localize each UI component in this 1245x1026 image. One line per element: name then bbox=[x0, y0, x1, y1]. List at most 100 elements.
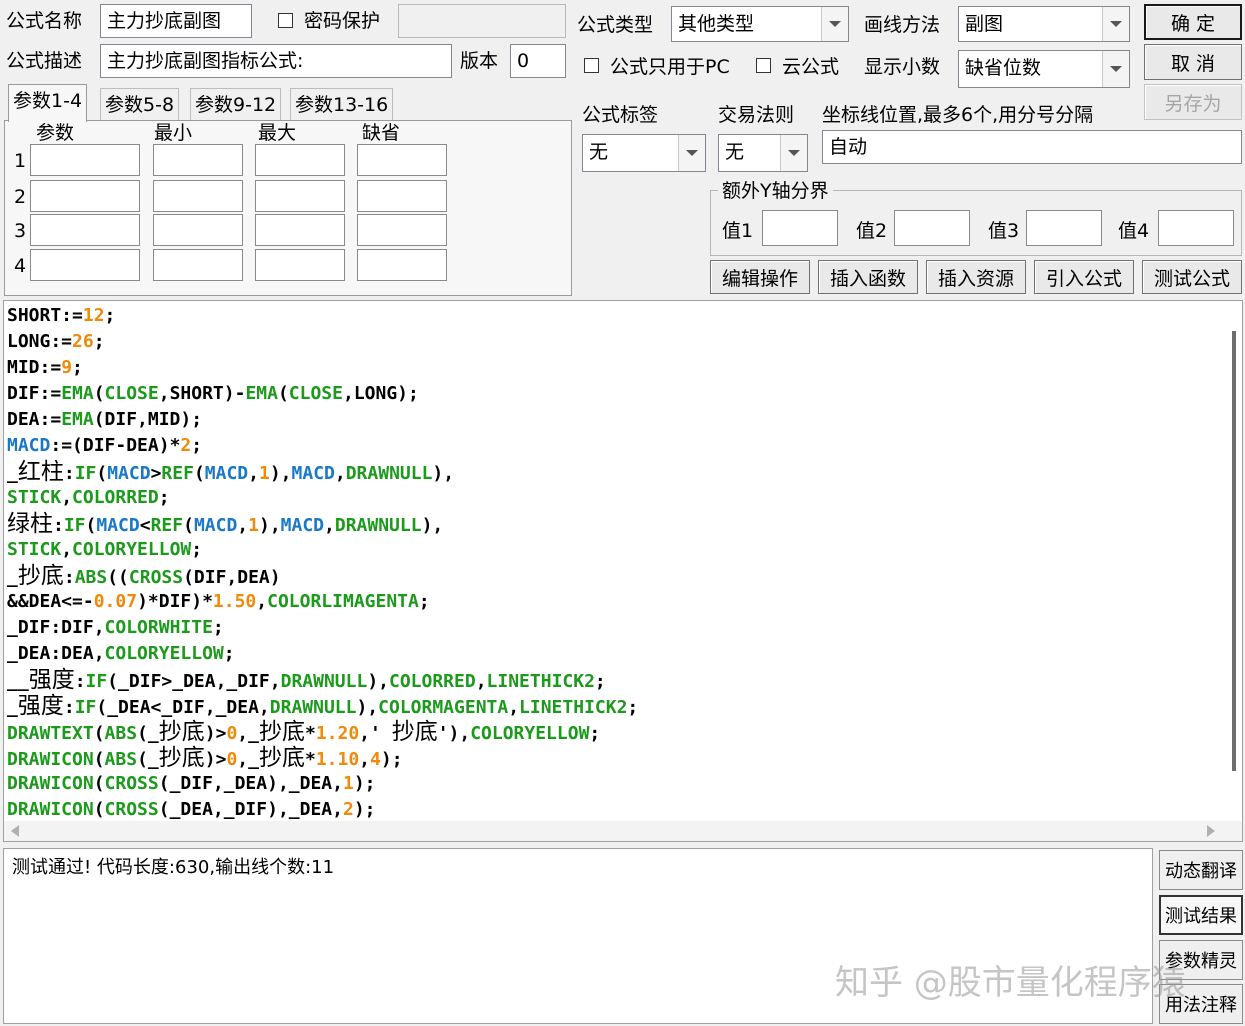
code-line: DIF:=EMA(CLOSE,SHORT)-EMA(CLOSE,LONG); bbox=[7, 381, 638, 407]
code-token: DRAWICON bbox=[7, 773, 94, 794]
param-max-input[interactable] bbox=[255, 249, 345, 281]
formula-name-input[interactable]: 主力抄底副图 bbox=[100, 4, 252, 38]
code-lines: SHORT:=12; LONG:=26; MID:=9; DIF:=EMA(CLOSE… bbox=[7, 303, 638, 823]
tab-params-5-8[interactable]: 参数5-8 bbox=[100, 88, 180, 120]
version-input[interactable]: 0 bbox=[510, 44, 566, 78]
param-min-input[interactable] bbox=[153, 180, 243, 212]
test-formula-button[interactable]: 测试公式 bbox=[1142, 260, 1242, 294]
chevron-down-icon[interactable] bbox=[1102, 7, 1129, 41]
watermark: 知乎 @股市量化程序猿 bbox=[835, 963, 1186, 1003]
code-token: ABS bbox=[104, 749, 138, 770]
code-token: , bbox=[508, 697, 520, 718]
param-name-input[interactable] bbox=[30, 180, 140, 212]
code-token: COLORMAGENTA bbox=[378, 697, 509, 718]
code-token: __ bbox=[7, 671, 29, 692]
y-value-3-input[interactable] bbox=[1026, 210, 1102, 246]
code-editor[interactable]: SHORT:=12; LONG:=26; MID:=9; DIF:=EMA(CLOSE… bbox=[3, 300, 1243, 842]
code-token: , bbox=[324, 515, 335, 536]
chevron-down-icon[interactable] bbox=[678, 135, 705, 171]
param-default-input[interactable] bbox=[357, 180, 447, 212]
param-col-default: 缺省 bbox=[362, 122, 401, 144]
edit-ops-button[interactable]: 编辑操作 bbox=[710, 260, 810, 294]
param-default-input[interactable] bbox=[357, 144, 447, 176]
code-token: 2 bbox=[342, 799, 354, 820]
code-token: LINETHICK2 bbox=[519, 697, 628, 718]
code-token: IF bbox=[74, 463, 97, 484]
param-max-input[interactable] bbox=[255, 214, 345, 246]
formula-type-select[interactable]: 其他类型 bbox=[671, 6, 849, 42]
insert-function-button[interactable]: 插入函数 bbox=[818, 260, 918, 294]
code-token: ; bbox=[594, 671, 606, 692]
code-token: IF bbox=[85, 671, 108, 692]
code-token: DRAWNULL bbox=[334, 515, 422, 536]
param-name-input[interactable] bbox=[30, 214, 140, 246]
code-token: LONG:= bbox=[7, 331, 73, 352]
code-token: 强度 bbox=[17, 693, 64, 719]
import-formula-button[interactable]: 引入公式 bbox=[1034, 260, 1134, 294]
param-min-input[interactable] bbox=[153, 214, 243, 246]
code-token: COLORYELLOW bbox=[72, 539, 192, 560]
code-token: ,_ bbox=[237, 723, 259, 744]
param-default-input[interactable] bbox=[357, 214, 447, 246]
code-token: ( bbox=[96, 463, 108, 484]
param-min-input[interactable] bbox=[153, 249, 243, 281]
param-name-input[interactable] bbox=[30, 249, 140, 281]
y-value-2-input[interactable] bbox=[894, 210, 970, 246]
code-token: MACD bbox=[193, 515, 238, 536]
horizontal-scrollbar[interactable] bbox=[4, 821, 1242, 841]
ok-button[interactable]: 确 定 bbox=[1144, 4, 1242, 40]
insert-resource-button[interactable]: 插入资源 bbox=[926, 260, 1026, 294]
y-value-4-input[interactable] bbox=[1158, 210, 1234, 246]
draw-method-select[interactable]: 副图 bbox=[958, 6, 1130, 42]
cancel-button[interactable]: 取 消 bbox=[1144, 44, 1242, 80]
cloud-formula-checkbox[interactable] bbox=[756, 58, 771, 73]
chevron-down-icon[interactable] bbox=[780, 135, 807, 171]
formula-tag-select[interactable]: 无 bbox=[582, 134, 706, 172]
decimals-select[interactable]: 缺省位数 bbox=[958, 50, 1130, 88]
code-token: , bbox=[334, 463, 346, 484]
chevron-down-icon[interactable] bbox=[821, 7, 848, 41]
param-col-name: 参数 bbox=[36, 122, 75, 144]
code-line: _强度:IF(_DEA<_DIF,_DEA,DRAWNULL),COLORMAG… bbox=[7, 693, 638, 719]
code-token: , bbox=[61, 539, 73, 560]
param-default-input[interactable] bbox=[357, 249, 447, 281]
code-token: ), bbox=[258, 515, 281, 536]
dynamic-translate-button[interactable]: 动态翻译 bbox=[1159, 850, 1243, 890]
code-token: COLORWHITE bbox=[104, 617, 213, 638]
code-token: 抄底 bbox=[258, 719, 305, 745]
code-token: , bbox=[61, 487, 73, 508]
y-value-1-input[interactable] bbox=[762, 210, 838, 246]
vertical-scrollbar[interactable] bbox=[1224, 301, 1242, 823]
code-token: 12 bbox=[82, 305, 105, 326]
axis-lines-input[interactable]: 自动 bbox=[822, 130, 1242, 164]
code-token: 1 bbox=[248, 515, 259, 536]
code-token: 红柱 bbox=[17, 459, 64, 485]
code-token: _ bbox=[7, 697, 18, 718]
code-token: (_DIF,_DEA),_DEA, bbox=[158, 773, 343, 794]
code-token: EMA bbox=[61, 383, 94, 404]
param-max-input[interactable] bbox=[255, 144, 345, 176]
code-token: STICK bbox=[7, 487, 62, 508]
code-token: ( bbox=[93, 749, 105, 770]
formula-type-label: 公式类型 bbox=[577, 14, 654, 36]
tab-params-13-16[interactable]: 参数13-16 bbox=[290, 88, 394, 120]
tab-params-1-4[interactable]: 参数1-4 bbox=[8, 84, 88, 122]
tab-params-9-12[interactable]: 参数9-12 bbox=[190, 88, 282, 120]
formula-type-value: 其他类型 bbox=[678, 13, 755, 35]
test-result-button[interactable]: 测试结果 bbox=[1159, 895, 1243, 935]
param-min-input[interactable] bbox=[153, 144, 243, 176]
code-token: )> bbox=[204, 749, 227, 770]
param-max-input[interactable] bbox=[255, 180, 345, 212]
password-protect-checkbox[interactable] bbox=[278, 13, 293, 28]
chevron-down-icon[interactable] bbox=[1102, 51, 1129, 87]
scroll-right-icon[interactable] bbox=[1206, 825, 1216, 837]
param-name-input[interactable] bbox=[30, 144, 140, 176]
scroll-left-icon[interactable] bbox=[10, 825, 20, 837]
code-token: 1.10 bbox=[315, 749, 360, 770]
pc-only-checkbox[interactable] bbox=[584, 58, 599, 73]
trade-rule-select[interactable]: 无 bbox=[718, 134, 808, 172]
scroll-thumb[interactable] bbox=[1232, 331, 1236, 771]
formula-desc-input[interactable]: 主力抄底副图指标公式: bbox=[100, 44, 452, 78]
code-token: ( bbox=[183, 515, 194, 536]
code-token: ), bbox=[367, 671, 389, 692]
